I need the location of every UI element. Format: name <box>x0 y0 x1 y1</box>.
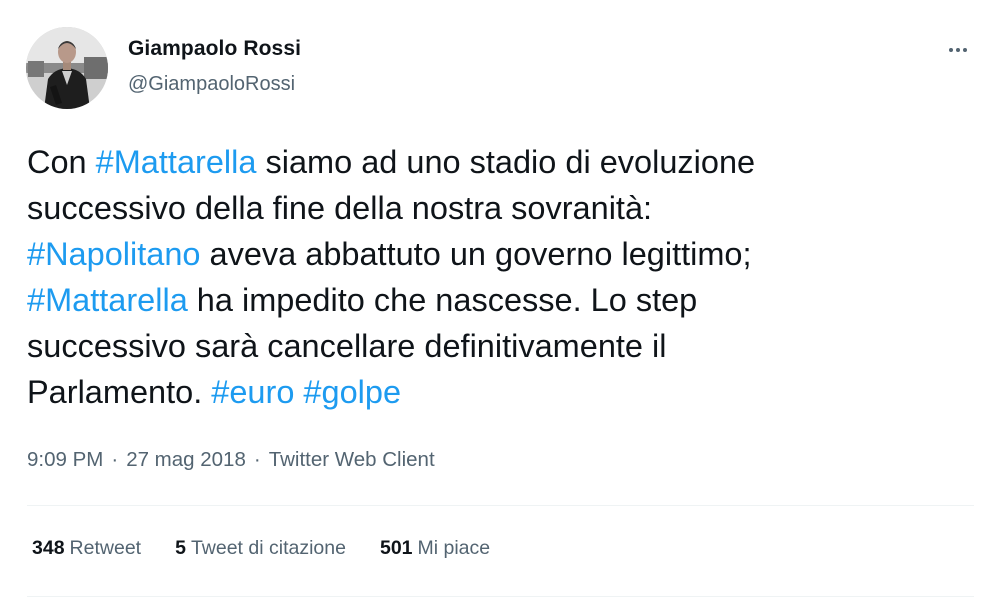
author-handle[interactable]: @GiampaoloRossi <box>128 73 295 96</box>
tweet-text-segment: Con <box>27 144 96 180</box>
hashtag-link[interactable]: #Mattarella <box>27 282 188 318</box>
quote-tweets-label: Tweet di citazione <box>190 537 346 559</box>
likes-count: 501 <box>379 537 413 559</box>
tweet-text-line: Parlamento. #euro #golpe <box>27 369 977 415</box>
tweet-text: Con #Mattarella siamo ad uno stadio di e… <box>27 139 977 415</box>
tweet-text-line: #Napolitano aveva abbattuto un governo l… <box>27 231 977 277</box>
tweet-source[interactable]: Twitter Web Client <box>269 448 435 471</box>
retweets-stat[interactable]: 348 Retweet <box>32 537 141 560</box>
tweet-text-segment: aveva abbattuto un governo legittimo; <box>200 236 752 272</box>
author-display-name[interactable]: Giampaolo Rossi <box>128 37 301 61</box>
retweets-label: Retweet <box>69 537 142 559</box>
quote-tweets-stat[interactable]: 5 Tweet di citazione <box>175 537 346 560</box>
divider <box>27 596 974 597</box>
hashtag-link[interactable]: #Napolitano <box>27 236 200 272</box>
tweet-date[interactable]: 27 mag 2018 <box>126 448 246 471</box>
tweet-stats: 348 Retweet 5 Tweet di citazione 501 Mi pia… <box>32 537 524 560</box>
tweet-card: Giampaolo Rossi @GiampaoloRossi Con #Mat… <box>0 0 1000 604</box>
tweet-time[interactable]: 9:09 PM <box>27 448 103 471</box>
retweets-count: 348 <box>32 537 65 559</box>
more-horizontal-icon <box>949 48 953 52</box>
tweet-text-line: Con #Mattarella siamo ad uno stadio di e… <box>27 139 977 185</box>
hashtag-link[interactable]: #Mattarella <box>96 144 257 180</box>
likes-stat[interactable]: 501 Mi piace <box>380 537 490 560</box>
hashtag-link[interactable]: #euro <box>211 374 294 410</box>
tweet-text-line: successivo sarà cancellare definitivamen… <box>27 323 977 369</box>
avatar-photo <box>26 27 108 109</box>
meta-separator: · <box>111 448 119 471</box>
more-horizontal-icon-dot <box>956 48 960 52</box>
divider <box>27 505 974 506</box>
likes-label: Mi piace <box>417 537 491 559</box>
tweet-text-line: successivo della fine della nostra sovra… <box>27 185 977 231</box>
more-options-button[interactable] <box>940 38 976 62</box>
tweet-meta: 9:09 PM · 27 mag 2018 · Twitter Web Client <box>27 448 435 472</box>
hashtag-link[interactable]: #golpe <box>303 374 401 410</box>
tweet-text-segment: siamo ad uno stadio di evoluzione <box>256 144 756 180</box>
tweet-text-segment: successivo sarà cancellare definitivamen… <box>27 328 667 364</box>
more-horizontal-icon-dot <box>963 48 967 52</box>
tweet-text-line: #Mattarella ha impedito che nascesse. Lo… <box>27 277 977 323</box>
tweet-text-segment: successivo della fine della nostra sovra… <box>27 190 653 226</box>
tweet-text-segment: ha impedito che nascesse. Lo step <box>187 282 698 318</box>
avatar[interactable] <box>26 27 108 109</box>
tweet-text-segment: Parlamento. <box>27 374 212 410</box>
quote-tweets-count: 5 <box>175 537 186 559</box>
meta-separator: · <box>253 448 261 471</box>
